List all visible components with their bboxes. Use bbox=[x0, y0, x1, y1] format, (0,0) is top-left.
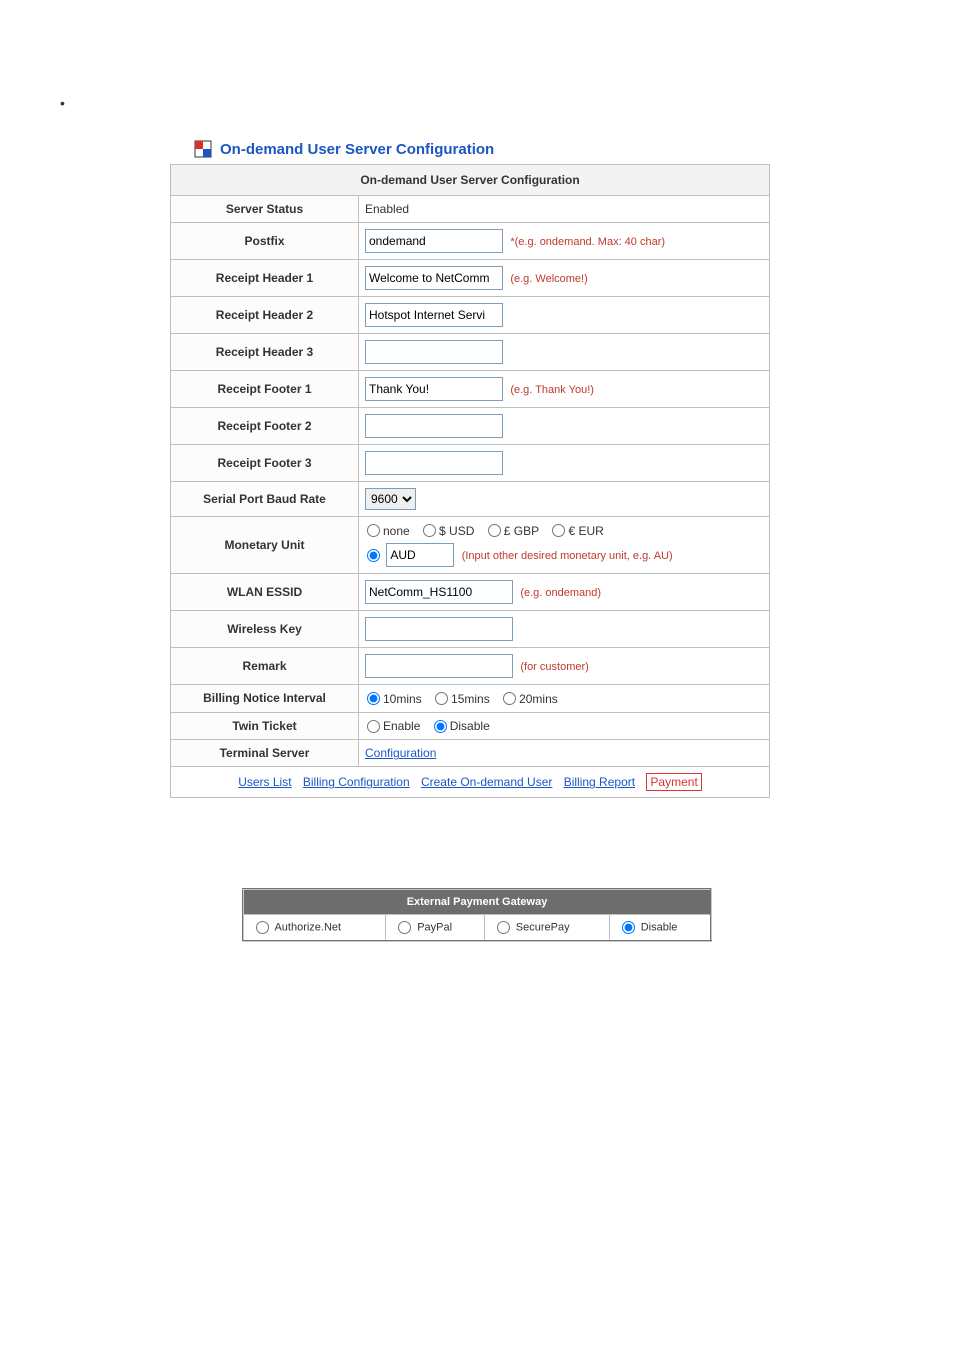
baud-rate-select[interactable]: 9600 bbox=[365, 488, 416, 510]
billing-15-radio[interactable] bbox=[435, 692, 448, 705]
epg-authorize-label: Authorize.Net bbox=[274, 922, 341, 934]
receipt-footer-3-input[interactable] bbox=[365, 451, 503, 475]
billing-10-label: 10mins bbox=[383, 692, 422, 706]
monetary-usd-label: $ USD bbox=[439, 524, 474, 538]
twin-disable-radio[interactable] bbox=[434, 720, 447, 733]
users-list-link[interactable]: Users List bbox=[238, 775, 291, 789]
billing-20-label: 20mins bbox=[519, 692, 558, 706]
epg-securepay-radio[interactable] bbox=[497, 921, 510, 934]
receipt-header-1-hint: (e.g. Welcome!) bbox=[510, 273, 587, 285]
receipt-header-1-input[interactable] bbox=[365, 266, 503, 290]
postfix-label: Postfix bbox=[171, 223, 359, 260]
list-bullet: • bbox=[60, 95, 65, 111]
monetary-custom-radio[interactable] bbox=[367, 549, 380, 562]
receipt-header-2-input[interactable] bbox=[365, 303, 503, 327]
epg-disable-label: Disable bbox=[641, 922, 678, 934]
monetary-none-radio[interactable] bbox=[367, 524, 380, 537]
billing-20-radio[interactable] bbox=[503, 692, 516, 705]
server-status-label: Server Status bbox=[171, 196, 359, 223]
receipt-footer-2-input[interactable] bbox=[365, 414, 503, 438]
epg-title: External Payment Gateway bbox=[243, 889, 711, 915]
receipt-header-3-input[interactable] bbox=[365, 340, 503, 364]
page-header: On-demand User Server Configuration bbox=[194, 140, 794, 158]
billing-interval-label: Billing Notice Interval bbox=[171, 684, 359, 712]
epg-disable-radio[interactable] bbox=[622, 921, 635, 934]
receipt-footer-1-hint: (e.g. Thank You!) bbox=[510, 384, 594, 396]
server-status-value: Enabled bbox=[359, 196, 770, 223]
wireless-key-label: Wireless Key bbox=[171, 610, 359, 647]
epg-authorize-radio[interactable] bbox=[256, 921, 269, 934]
receipt-footer-1-label: Receipt Footer 1 bbox=[171, 371, 359, 408]
postfix-hint: *(e.g. ondemand. Max: 40 char) bbox=[510, 236, 665, 248]
wlan-essid-input[interactable] bbox=[365, 580, 513, 604]
postfix-input[interactable] bbox=[365, 229, 503, 253]
wlan-essid-label: WLAN ESSID bbox=[171, 573, 359, 610]
remark-input[interactable] bbox=[365, 654, 513, 678]
config-icon bbox=[194, 140, 212, 158]
receipt-header-3-label: Receipt Header 3 bbox=[171, 334, 359, 371]
receipt-header-2-label: Receipt Header 2 bbox=[171, 297, 359, 334]
terminal-config-link[interactable]: Configuration bbox=[365, 746, 436, 760]
bottom-links-row: Users List Billing Configuration Create … bbox=[171, 767, 770, 798]
monetary-custom-input[interactable] bbox=[386, 543, 454, 567]
billing-15-label: 15mins bbox=[451, 692, 490, 706]
receipt-footer-3-label: Receipt Footer 3 bbox=[171, 445, 359, 482]
monetary-unit-label: Monetary Unit bbox=[171, 517, 359, 574]
page-title: On-demand User Server Configuration bbox=[220, 141, 494, 158]
receipt-footer-2-label: Receipt Footer 2 bbox=[171, 408, 359, 445]
twin-disable-label: Disable bbox=[450, 719, 490, 733]
monetary-usd-radio[interactable] bbox=[423, 524, 436, 537]
monetary-hint: (Input other desired monetary unit, e.g.… bbox=[462, 550, 673, 562]
table-title: On-demand User Server Configuration bbox=[171, 165, 770, 196]
monetary-gbp-radio[interactable] bbox=[488, 524, 501, 537]
billing-report-link[interactable]: Billing Report bbox=[564, 775, 635, 789]
monetary-eur-label: € EUR bbox=[568, 524, 603, 538]
baud-rate-label: Serial Port Baud Rate bbox=[171, 482, 359, 517]
receipt-footer-1-input[interactable] bbox=[365, 377, 503, 401]
external-payment-gateway-table: External Payment Gateway Authorize.Net P… bbox=[242, 888, 712, 942]
receipt-header-1-label: Receipt Header 1 bbox=[171, 260, 359, 297]
create-user-link[interactable]: Create On-demand User bbox=[421, 775, 552, 789]
twin-enable-radio[interactable] bbox=[367, 720, 380, 733]
wireless-key-input[interactable] bbox=[365, 617, 513, 641]
wlan-essid-hint: (e.g. ondemand) bbox=[520, 587, 601, 599]
remark-label: Remark bbox=[171, 647, 359, 684]
twin-enable-label: Enable bbox=[383, 719, 420, 733]
monetary-gbp-label: £ GBP bbox=[504, 524, 539, 538]
billing-10-radio[interactable] bbox=[367, 692, 380, 705]
monetary-eur-radio[interactable] bbox=[552, 524, 565, 537]
terminal-server-label: Terminal Server bbox=[171, 740, 359, 767]
billing-config-link[interactable]: Billing Configuration bbox=[303, 775, 410, 789]
epg-paypal-label: PayPal bbox=[417, 922, 452, 934]
monetary-none-label: none bbox=[383, 524, 410, 538]
epg-paypal-radio[interactable] bbox=[398, 921, 411, 934]
payment-link[interactable]: Payment bbox=[646, 773, 701, 791]
remark-hint: (for customer) bbox=[520, 661, 588, 673]
epg-securepay-label: SecurePay bbox=[516, 922, 570, 934]
twin-ticket-label: Twin Ticket bbox=[171, 712, 359, 740]
config-table: On-demand User Server Configuration Serv… bbox=[170, 164, 770, 798]
